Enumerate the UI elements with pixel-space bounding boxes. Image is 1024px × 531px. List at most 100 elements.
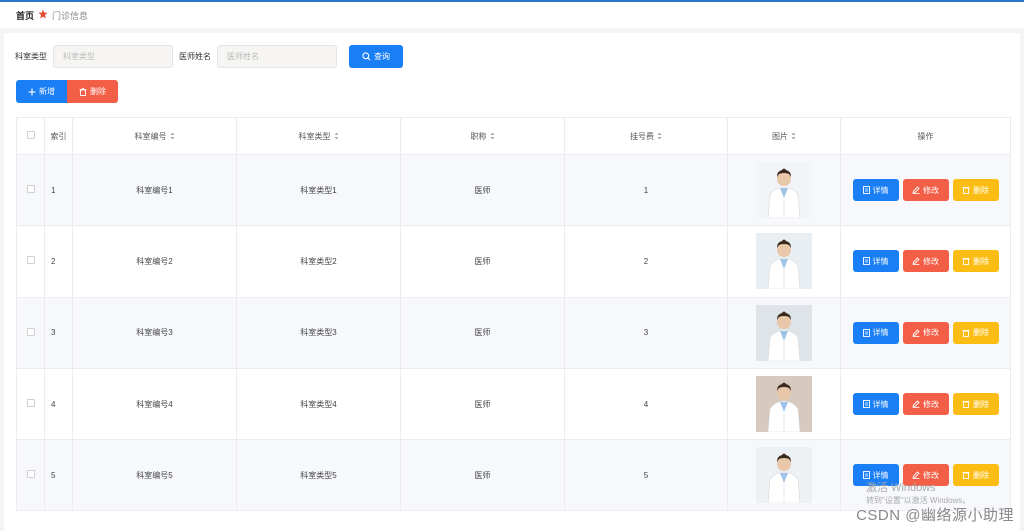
row-checkbox[interactable] [26,399,35,408]
table-row[interactable]: 5 科室编号5 科室类型5 医师 5 详情 修改 删除 [16,439,1011,512]
delete-button-label: 删除 [973,399,989,409]
table-header-row: 索引 科室编号 科室类型 职称 挂号费 图片 操作 [16,117,1011,155]
doctor-name-input[interactable] [217,45,337,68]
table-row[interactable]: 2 科室编号2 科室类型2 医师 2 详情 修改 删除 [16,225,1011,298]
delete-button-label: 删除 [973,328,989,338]
table-row[interactable]: 1 科室编号1 科室类型1 医师 1 详情 修改 删除 [16,153,1011,227]
row-checkbox[interactable] [26,327,35,336]
row-checkbox[interactable] [26,470,35,479]
cell-dept-type: 科室类型2 [236,225,401,298]
cell-dept-type: 科室类型3 [236,296,401,369]
clinic-table: 索引 科室编号 科室类型 职称 挂号费 图片 操作 1 科室编号1 科室类型1 医师 1… [16,117,1011,512]
delete-button[interactable]: 删除 [952,393,999,416]
toolbar: 新增 删除 [16,80,118,103]
cell-dept-code: 科室编号1 [72,153,237,227]
edit-button[interactable]: 修改 [902,321,949,344]
edit-button[interactable]: 修改 [902,179,949,202]
cell-dept-type: 科室类型1 [236,153,401,227]
trash-icon [962,187,970,195]
delete-button-label: 删除 [973,185,989,195]
document-icon [862,257,870,266]
cell-title: 医师 [400,153,565,227]
cell-dept-code: 科室编号3 [72,296,237,369]
cell-photo [727,367,841,441]
delete-button-label: 删除 [973,256,989,266]
doctor-name-label: 医师姓名 [179,52,211,61]
sort-icon[interactable] [657,132,662,140]
search-button-label: 查询 [374,52,390,61]
row-checkbox[interactable] [26,256,35,265]
pencil-icon [912,400,920,408]
cell-dept-type: 科室类型4 [236,367,401,441]
header-dept-type[interactable]: 科室类型 [236,117,401,155]
dept-type-input[interactable] [53,45,173,68]
detail-button-label: 详情 [872,256,889,266]
batch-delete-button[interactable]: 删除 [67,80,118,103]
doctor-photo [756,162,812,219]
sort-icon[interactable] [170,132,175,140]
header-title[interactable]: 职称 [400,117,565,155]
cell-title: 医师 [400,439,565,512]
header-select-all[interactable] [16,117,45,155]
cell-title: 医师 [400,367,565,441]
detail-button[interactable]: 详情 [852,321,899,344]
cell-index: 1 [44,153,73,227]
row-select[interactable] [16,439,45,512]
header-photo[interactable]: 图片 [727,117,841,155]
sort-icon[interactable] [334,132,339,140]
table-row[interactable]: 3 科室编号3 科室类型3 医师 3 详情 修改 删除 [16,296,1011,369]
dept-type-label: 科室类型 [15,52,47,61]
cell-fee: 1 [564,153,728,227]
delete-button[interactable]: 删除 [952,464,999,487]
row-select[interactable] [16,367,45,441]
edit-button-label: 修改 [923,256,939,266]
row-select[interactable] [16,296,45,369]
header-dept-code[interactable]: 科室编号 [72,117,237,155]
search-icon [362,52,371,61]
cell-title: 医师 [400,296,565,369]
edit-button-label: 修改 [923,328,939,338]
select-all-checkbox[interactable] [26,131,35,139]
delete-button[interactable]: 删除 [952,321,999,344]
header-index: 索引 [44,117,73,155]
detail-button-label: 详情 [872,399,889,409]
document-icon [862,328,870,337]
breadcrumb-home[interactable]: 首页 [16,9,34,22]
edit-button-label: 修改 [923,399,939,409]
main-panel: 科室类型 医师姓名 查询 新增 删除 索引 科室编号 科室类型 [4,33,1020,531]
cell-operations: 详情 修改 删除 [840,225,1011,298]
header-fee[interactable]: 挂号费 [564,117,728,155]
row-select[interactable] [16,225,45,298]
cell-dept-code: 科室编号2 [72,225,237,298]
cell-operations: 详情 修改 删除 [840,153,1011,227]
breadcrumb: 首页 门诊信息 [0,2,1024,28]
doctor-photo [756,447,812,504]
detail-button[interactable]: 详情 [852,179,899,202]
sort-icon[interactable] [791,132,796,140]
table-row[interactable]: 4 科室编号4 科室类型4 医师 4 详情 修改 删除 [16,367,1011,441]
cell-dept-type: 科室类型5 [236,439,401,512]
cell-index: 4 [44,367,73,441]
sort-icon[interactable] [490,132,495,140]
detail-button[interactable]: 详情 [852,250,899,273]
detail-button-label: 详情 [872,328,889,338]
pencil-icon [912,186,920,195]
pencil-icon [912,329,920,337]
search-button[interactable]: 查询 [349,45,403,68]
delete-button[interactable]: 删除 [952,179,999,202]
delete-button[interactable]: 删除 [952,250,999,273]
row-checkbox[interactable] [26,185,35,194]
breadcrumb-separator-icon [38,9,48,22]
add-button[interactable]: 新增 [16,80,67,103]
edit-button[interactable]: 修改 [902,250,949,273]
edit-button[interactable]: 修改 [902,393,949,416]
batch-delete-button-label: 删除 [90,87,106,96]
detail-button-label: 详情 [872,185,889,195]
cell-operations: 详情 修改 删除 [840,367,1011,441]
detail-button[interactable]: 详情 [852,393,899,416]
doctor-photo [756,304,812,361]
row-select[interactable] [16,153,45,227]
trash-icon [962,258,970,266]
delete-button-label: 删除 [973,470,989,480]
cell-index: 3 [44,296,73,369]
